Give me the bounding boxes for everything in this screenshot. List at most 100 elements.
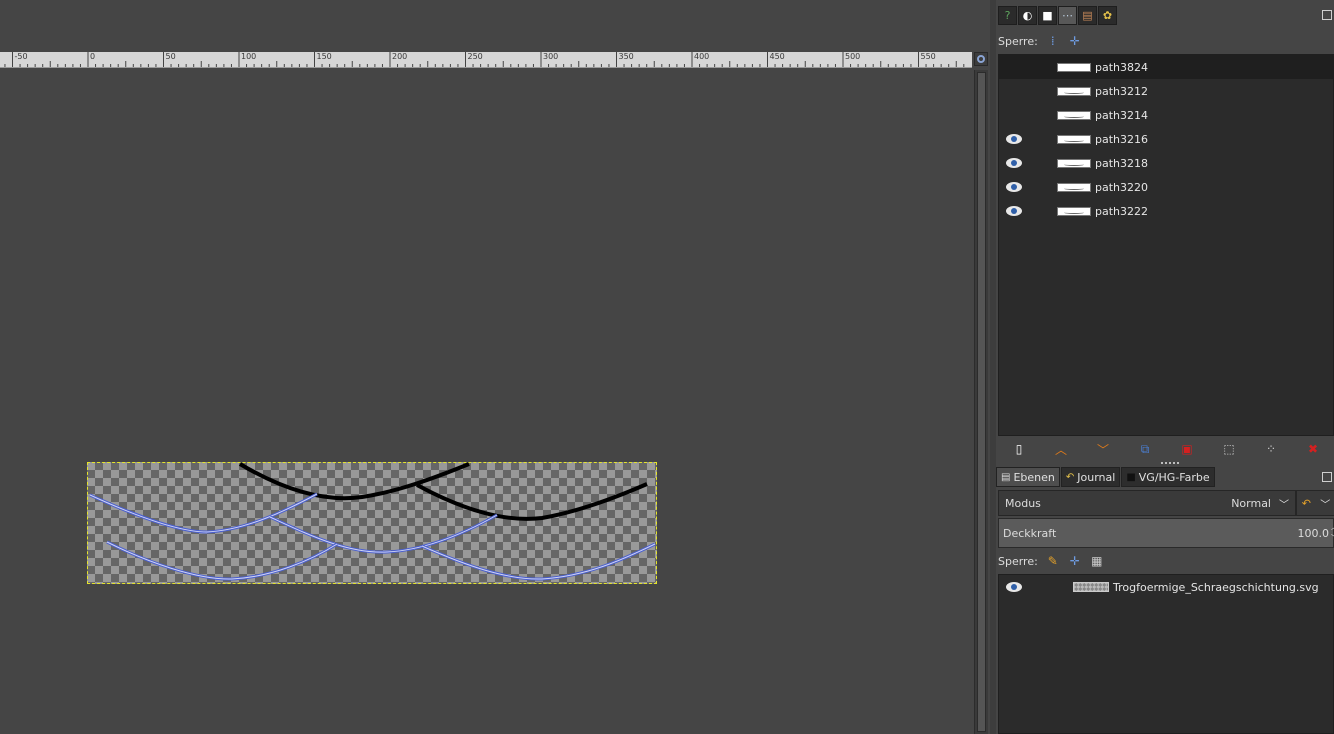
layer-name[interactable]: Trogfoermige_Schraegschichtung.svg: [1113, 581, 1319, 594]
tab-layers-label: Ebenen: [1013, 470, 1055, 484]
path-row[interactable]: path3218: [999, 151, 1333, 175]
path-row[interactable]: path3824: [999, 55, 1333, 79]
tab-journal[interactable]: ↶ Journal: [1060, 467, 1121, 487]
ruler-label: 150: [316, 52, 332, 61]
visibility-toggle[interactable]: [999, 79, 1029, 103]
layers-dock-tabs: ▤ Ebenen ↶ Journal ■ VG/HG-Farbe: [996, 467, 1334, 487]
ruler-ticks: [4, 52, 965, 67]
visibility-toggle[interactable]: [999, 199, 1029, 223]
ruler-label: 400: [694, 52, 710, 61]
ruler-label: 200: [392, 52, 408, 61]
selection-to-path-icon[interactable]: ⬚: [1221, 441, 1237, 457]
visibility-toggle[interactable]: [999, 575, 1029, 599]
paths-icon[interactable]: ⋯: [1058, 6, 1077, 25]
path-blue-4: [421, 542, 656, 581]
visibility-toggle[interactable]: [999, 127, 1029, 151]
right-dock: ? ◐ ■ ⋯ ▤ ✿ Sperre: ⁞ ✛ path3824 path321…: [990, 0, 1334, 734]
path-name[interactable]: path3222: [1095, 205, 1148, 218]
lock-pixels-icon[interactable]: ⁞: [1046, 34, 1060, 48]
device-status-icon[interactable]: ◐: [1018, 6, 1037, 25]
path-blue-1: [89, 492, 318, 534]
gimp-window: -50 0 50 100 150 200 250 300 350 400 450 500 550 ? ◐: [0, 0, 1334, 734]
eye-icon[interactable]: [1006, 206, 1022, 216]
vertical-scrollbar-thumb[interactable]: [977, 72, 986, 732]
opacity-value[interactable]: 100.0: [1298, 527, 1330, 540]
composite-mode-select[interactable]: ↶ ﹀: [1296, 490, 1334, 516]
lock-alpha-icon[interactable]: ▦: [1090, 554, 1104, 568]
path-thumbnail: [1057, 62, 1091, 72]
path-name[interactable]: path3214: [1095, 109, 1148, 122]
path-name[interactable]: path3220: [1095, 181, 1148, 194]
layers-menu-icon[interactable]: [1322, 472, 1332, 482]
ruler-label: 300: [543, 52, 559, 61]
layers-list[interactable]: Trogfoermige_Schraegschichtung.svg: [998, 574, 1334, 734]
path-row[interactable]: path3214: [999, 103, 1333, 127]
mode-select[interactable]: Modus Normal ﹀: [998, 490, 1296, 516]
path-name[interactable]: path3218: [1095, 157, 1148, 170]
raise-path-icon[interactable]: ︿: [1053, 441, 1069, 457]
opacity-label: Deckkraft: [1003, 526, 1057, 540]
path-row[interactable]: path3222: [999, 199, 1333, 223]
path-to-selection-icon[interactable]: ▣: [1179, 441, 1195, 457]
path-name[interactable]: path3824: [1095, 61, 1148, 74]
path-name[interactable]: path3212: [1095, 85, 1148, 98]
visibility-toggle[interactable]: [999, 151, 1029, 175]
lower-path-icon[interactable]: ﹀: [1095, 441, 1111, 457]
horizontal-ruler[interactable]: -50 0 50 100 150 200 250 300 350 400 450 500 550: [0, 52, 972, 68]
path-thumbnail: [1057, 206, 1091, 216]
eye-icon[interactable]: [1006, 134, 1022, 144]
tab-fg-bg-color-label: VG/HG-Farbe: [1138, 470, 1210, 484]
path-row[interactable]: path3220: [999, 175, 1333, 199]
ruler-label: 450: [769, 52, 785, 61]
lock-pixels-icon[interactable]: ✎: [1046, 554, 1060, 568]
eye-icon[interactable]: [1006, 182, 1022, 192]
path-blue-3: [106, 540, 338, 581]
path-thumbnail: [1057, 86, 1091, 96]
ruler-label: 0: [90, 52, 96, 61]
chevron-down-icon: ﹀: [1320, 499, 1331, 511]
image-canvas-area[interactable]: -50 0 50 100 150 200 250 300 350 400 450 500 550: [0, 0, 990, 734]
undo-history-icon[interactable]: ■: [1038, 6, 1057, 25]
tab-fg-bg-color[interactable]: ■ VG/HG-Farbe: [1121, 467, 1215, 487]
eye-icon[interactable]: [1006, 158, 1022, 168]
duplicate-path-icon[interactable]: ⧉: [1137, 441, 1153, 457]
opacity-slider[interactable]: Deckkraft 100.0 ︿﹀: [998, 518, 1334, 548]
lock-position-icon[interactable]: ✛: [1068, 34, 1082, 48]
undo-icon: ↶: [1065, 471, 1075, 483]
layers-lock-row: Sperre: ✎ ✛ ▦: [996, 551, 1104, 571]
panel-resize-grip[interactable]: [1161, 462, 1179, 465]
path-row[interactable]: path3216: [999, 127, 1333, 151]
reset-mode-icon[interactable]: ↶: [1302, 497, 1311, 510]
path-row[interactable]: path3212: [999, 79, 1333, 103]
ruler-label: 250: [467, 52, 483, 61]
paint-along-path-icon[interactable]: ⁘: [1263, 441, 1279, 457]
visibility-toggle[interactable]: [999, 55, 1029, 79]
dock-menu-icon[interactable]: [1322, 10, 1332, 20]
lock-position-icon[interactable]: ✛: [1068, 554, 1082, 568]
path-name[interactable]: path3216: [1095, 133, 1148, 146]
new-path-icon[interactable]: ▯: [1011, 441, 1027, 457]
vertical-scrollbar[interactable]: [974, 70, 988, 734]
channels-icon[interactable]: ▤: [1078, 6, 1097, 25]
visibility-toggle[interactable]: [999, 103, 1029, 127]
layer-thumbnail: [1073, 582, 1109, 592]
paths-toolbar: ▯ ︿ ﹀ ⧉ ▣ ⬚ ⁘ ✖: [998, 438, 1334, 460]
delete-path-icon[interactable]: ✖: [1305, 441, 1321, 457]
tab-layers[interactable]: ▤ Ebenen: [996, 467, 1060, 487]
path-blue-2: [269, 513, 498, 554]
layer-row[interactable]: Trogfoermige_Schraegschichtung.svg: [999, 575, 1333, 599]
eye-icon[interactable]: [1006, 582, 1022, 592]
tool-options-icon[interactable]: ?: [998, 6, 1017, 25]
fg-bg-color-icon: ■: [1126, 471, 1136, 483]
navigate-icon[interactable]: [974, 52, 988, 66]
path-curves[interactable]: [87, 462, 657, 584]
canvas-top-strip: [0, 0, 990, 52]
ruler-label: 100: [241, 52, 257, 61]
ruler-label: 500: [845, 52, 861, 61]
palette-icon[interactable]: ✿: [1098, 6, 1117, 25]
ruler-label: 550: [920, 52, 936, 61]
path-thumbnail: [1057, 110, 1091, 120]
ruler-label: 350: [618, 52, 634, 61]
visibility-toggle[interactable]: [999, 175, 1029, 199]
paths-list[interactable]: path3824 path3212 path3214 path3216 path…: [998, 54, 1334, 436]
